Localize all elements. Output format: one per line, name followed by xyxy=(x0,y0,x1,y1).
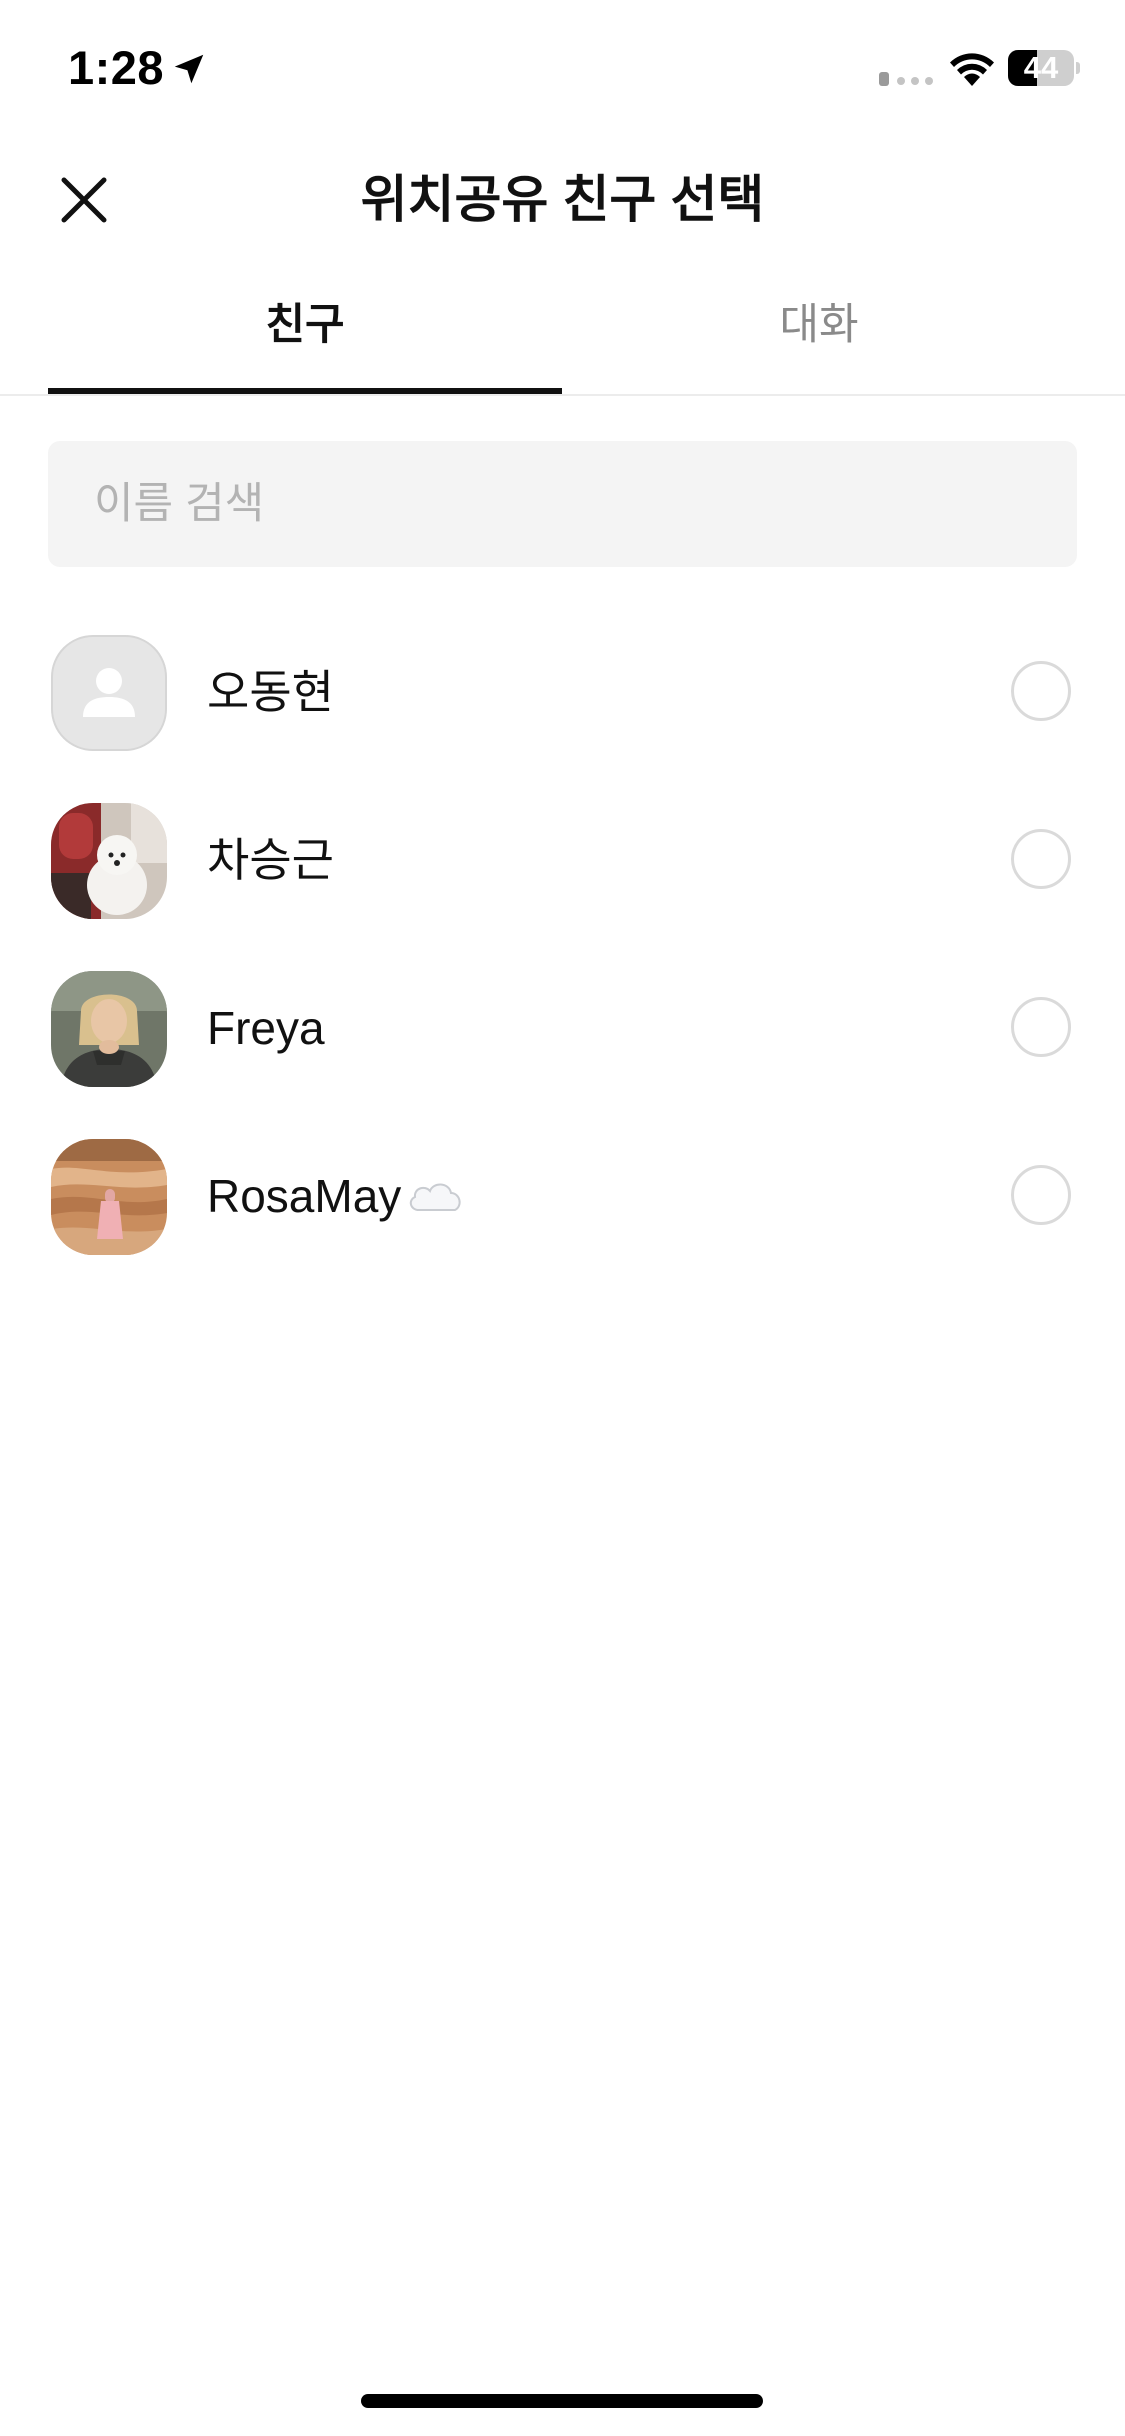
friend-name-text: 오동현 xyxy=(207,666,334,718)
friend-row[interactable]: 오동현 xyxy=(0,608,1125,776)
page-title: 위치공유 친구 선택 xyxy=(360,171,765,228)
select-radio[interactable] xyxy=(1011,1165,1071,1225)
friend-row[interactable]: 차승근 xyxy=(0,776,1125,944)
cloud-icon xyxy=(410,1183,461,1211)
friend-name: 차승근 xyxy=(207,776,334,944)
select-radio[interactable] xyxy=(1011,997,1071,1057)
status-time: 1:28 xyxy=(68,41,165,94)
signal-dots-icon xyxy=(879,72,933,86)
home-indicator xyxy=(361,2394,763,2408)
profile-photo-avatar xyxy=(51,803,167,919)
location-arrow-icon xyxy=(174,54,204,84)
search-box[interactable] xyxy=(48,441,1077,567)
friend-name: RosaMay☁️ xyxy=(207,1112,465,1280)
battery-icon: 44 xyxy=(1008,50,1080,86)
friend-name: 오동현 xyxy=(207,608,334,776)
friend-name: Freya xyxy=(207,944,325,1112)
status-bar: 1:28 44 xyxy=(0,0,1125,140)
profile-photo-avatar xyxy=(51,1139,167,1255)
default-profile-avatar xyxy=(51,635,167,751)
battery-cap xyxy=(1076,62,1080,74)
select-radio[interactable] xyxy=(1011,829,1071,889)
tab-chats[interactable]: 대화 xyxy=(562,260,1076,396)
active-tab-indicator xyxy=(48,388,562,394)
friend-name-text: 차승근 xyxy=(207,834,334,886)
friend-row[interactable]: Freya xyxy=(0,944,1125,1112)
close-icon xyxy=(61,177,107,223)
friend-name-text: RosaMay xyxy=(207,1170,402,1222)
tab-friends[interactable]: 친구 xyxy=(48,260,562,396)
tab-bar: 친구 대화 xyxy=(0,260,1125,396)
battery-body: 44 xyxy=(1008,50,1074,86)
header: 위치공유 친구 선택 xyxy=(0,140,1125,260)
screen: 1:28 44 위치공유 친구 선택 친구 대화 이름 검색 오동현 차승근 F… xyxy=(0,0,1125,2436)
battery-level: 44 xyxy=(1023,50,1059,85)
search-input[interactable] xyxy=(94,441,1031,567)
friend-row[interactable]: RosaMay☁️ xyxy=(0,1112,1125,1280)
close-button[interactable] xyxy=(48,164,120,236)
friend-name-text: Freya xyxy=(207,1002,325,1054)
select-radio[interactable] xyxy=(1011,661,1071,721)
profile-photo-avatar xyxy=(51,971,167,1087)
friend-list: 오동현 차승근 Freya RosaMay xyxy=(0,608,1125,1280)
wifi-icon xyxy=(950,53,994,86)
